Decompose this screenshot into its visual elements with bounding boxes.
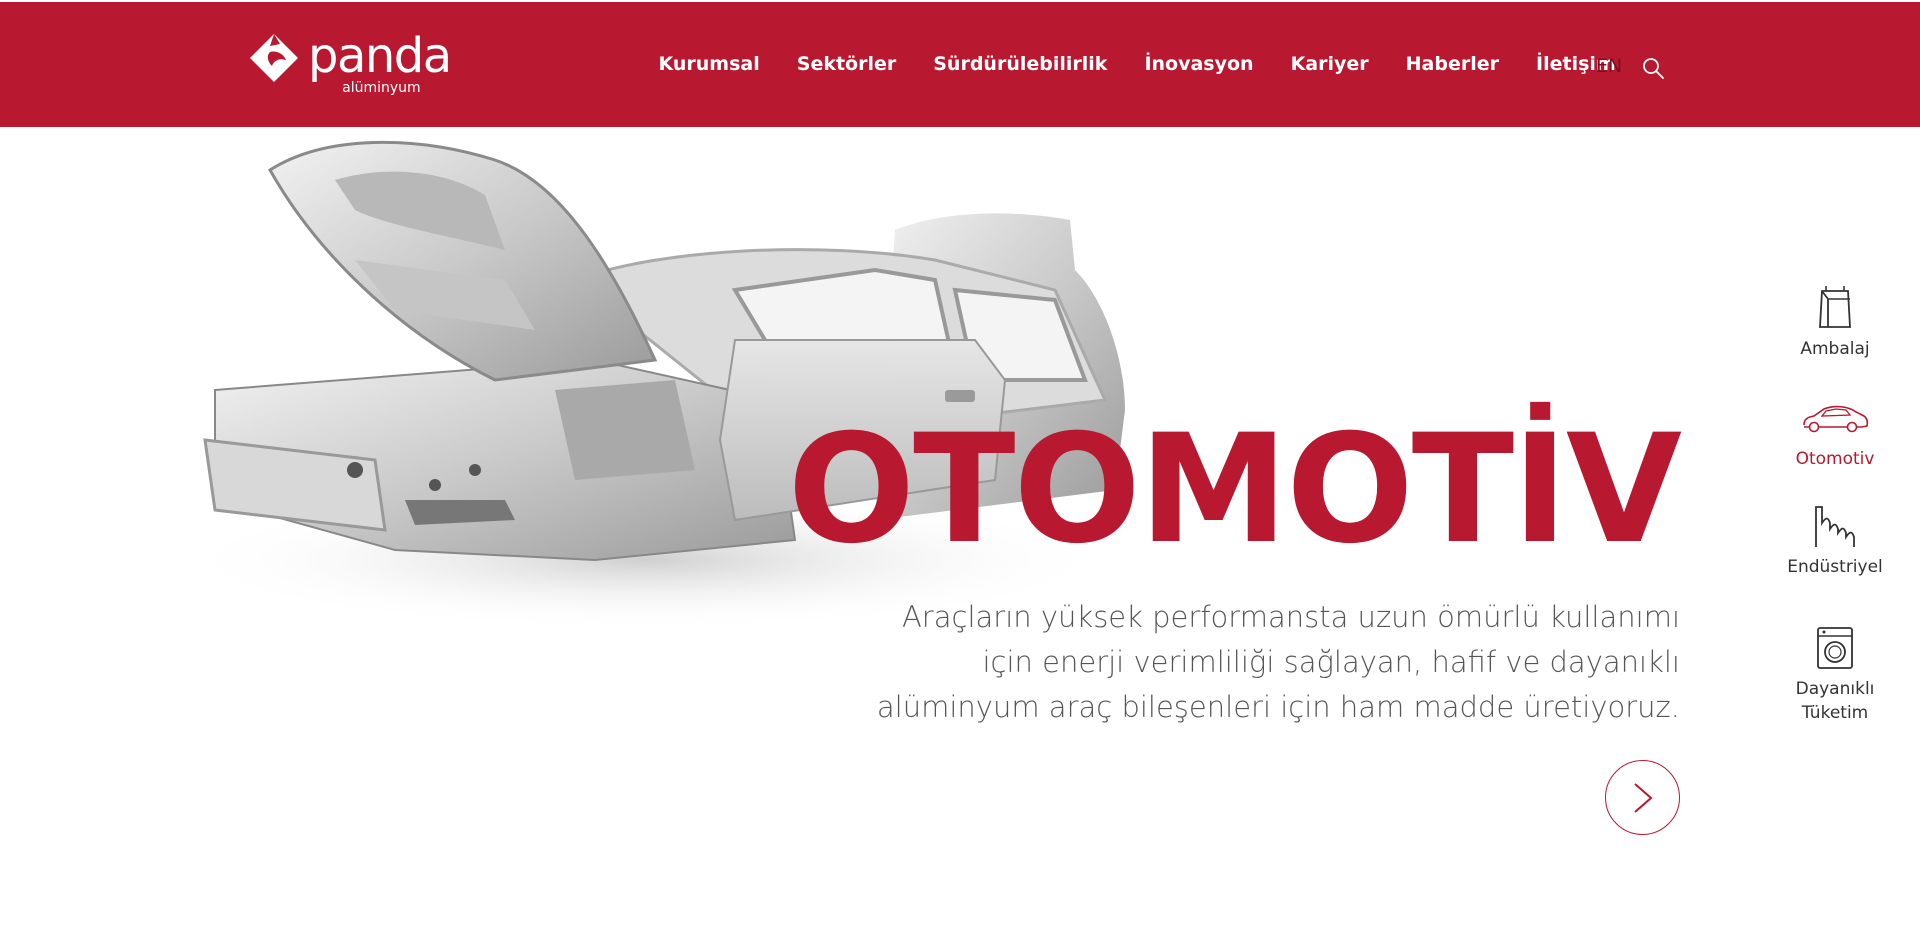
brand-logo[interactable]: panda alüminyum (246, 30, 456, 102)
site-header: panda alüminyum Kurumsal Sektörler Sürdü… (0, 2, 1920, 127)
logo-name: panda (308, 28, 452, 84)
logo-sub: alüminyum (342, 80, 421, 96)
package-icon (1819, 286, 1851, 328)
sector-label: Endüstriyel (1787, 557, 1883, 577)
nav-item-inovasyon[interactable]: İnovasyon (1126, 50, 1272, 78)
sector-label: Dayanıklı Tüketim (1795, 679, 1875, 723)
nav-item-surdurulebilirlik[interactable]: Sürdürülebilirlik (915, 50, 1126, 78)
language-switch[interactable]: EN (1596, 52, 1622, 80)
search-icon[interactable] (1641, 56, 1665, 80)
logo-text: panda alüminyum (308, 28, 452, 96)
sector-item-otomotiv[interactable]: Otomotiv (1780, 395, 1890, 471)
main-nav: Kurumsal Sektörler Sürdürülebilirlik İno… (640, 50, 1634, 78)
washing-machine-icon (1817, 627, 1853, 669)
nav-item-haberler[interactable]: Haberler (1387, 50, 1517, 78)
hero-title: OTOMOTİV (787, 403, 1682, 577)
sector-label: Ambalaj (1800, 339, 1870, 359)
nav-item-kurumsal[interactable]: Kurumsal (640, 50, 778, 78)
sector-item-endustriyel[interactable]: Endüstriyel (1780, 503, 1890, 579)
sector-item-dayanikli-tuketim[interactable]: Dayanıklı Tüketim (1780, 625, 1890, 725)
car-icon (1803, 405, 1869, 433)
factory-icon (1815, 506, 1855, 547)
hero-description: Araçların yüksek performansta uzun ömürl… (876, 600, 1680, 724)
chevron-right-icon (1633, 782, 1653, 813)
nav-item-sektorler[interactable]: Sektörler (778, 50, 914, 78)
sector-label: Otomotiv (1795, 449, 1875, 469)
next-slide-button[interactable] (1605, 760, 1680, 835)
panda-logo-icon (250, 34, 298, 82)
sector-item-ambalaj[interactable]: Ambalaj (1780, 285, 1890, 361)
nav-item-kariyer[interactable]: Kariyer (1272, 50, 1387, 78)
